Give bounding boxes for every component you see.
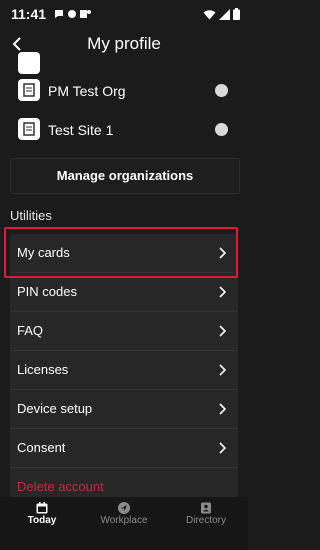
notification-icons bbox=[54, 9, 91, 19]
signal-icon bbox=[219, 8, 230, 20]
org-icon bbox=[18, 79, 40, 101]
system-icons bbox=[203, 8, 240, 20]
list-item-consent[interactable]: Consent bbox=[10, 429, 238, 468]
list-item-label: Consent bbox=[17, 440, 66, 455]
contacts-book-icon bbox=[201, 502, 211, 514]
section-title-utilities: Utilities bbox=[10, 208, 52, 223]
manage-organizations-button[interactable]: Manage organizations bbox=[10, 158, 240, 194]
status-time: 11:41 bbox=[11, 6, 47, 22]
list-item-faq[interactable]: FAQ bbox=[10, 312, 238, 351]
chevron-right-icon bbox=[219, 403, 226, 415]
battery-icon bbox=[233, 8, 240, 20]
org-label: Test Site 1 bbox=[48, 122, 114, 138]
calendar-icon bbox=[36, 502, 48, 514]
status-bar: 11:41 bbox=[0, 0, 248, 30]
org-row-pm-test-org[interactable]: PM Test Org bbox=[10, 73, 238, 111]
org-row-test-site-1[interactable]: Test Site 1 bbox=[10, 112, 238, 150]
message-icon bbox=[55, 10, 63, 18]
chevron-right-icon bbox=[219, 325, 226, 337]
teams-icon bbox=[80, 10, 91, 18]
org-icon bbox=[18, 52, 40, 74]
org-label: PM Test Org bbox=[48, 83, 126, 99]
selection-highlight bbox=[4, 227, 238, 278]
chevron-right-icon bbox=[219, 364, 226, 376]
org-icon bbox=[18, 118, 40, 140]
org-radio[interactable] bbox=[215, 84, 228, 97]
bottom-nav: Today Workplace Directory bbox=[0, 497, 248, 550]
org-radio[interactable] bbox=[215, 123, 228, 136]
list-item-device-setup[interactable]: Device setup bbox=[10, 390, 238, 429]
list-item-licenses[interactable]: Licenses bbox=[10, 351, 238, 390]
list-item-label: Delete account bbox=[17, 479, 104, 494]
chevron-right-icon bbox=[219, 286, 226, 298]
chevron-right-icon bbox=[219, 442, 226, 454]
wifi-icon bbox=[203, 9, 216, 19]
nav-item-today[interactable]: Today bbox=[0, 497, 84, 550]
list-item-label: PIN codes bbox=[17, 284, 77, 299]
nav-item-directory[interactable]: Directory bbox=[164, 497, 248, 550]
list-item-label: Device setup bbox=[17, 401, 93, 416]
list-item-label: FAQ bbox=[17, 323, 44, 338]
list-item-label: Licenses bbox=[17, 362, 69, 377]
location-arrow-icon bbox=[118, 502, 130, 514]
list-item-delete-account[interactable]: Delete account bbox=[10, 468, 238, 497]
nav-label: Directory bbox=[185, 515, 226, 526]
nav-label: Today bbox=[27, 515, 57, 526]
chat-icon bbox=[68, 10, 76, 18]
nav-label: Workplace bbox=[100, 515, 148, 526]
list-item-pin-codes[interactable]: PIN codes bbox=[10, 273, 238, 312]
nav-item-workplace[interactable]: Workplace bbox=[82, 497, 166, 550]
